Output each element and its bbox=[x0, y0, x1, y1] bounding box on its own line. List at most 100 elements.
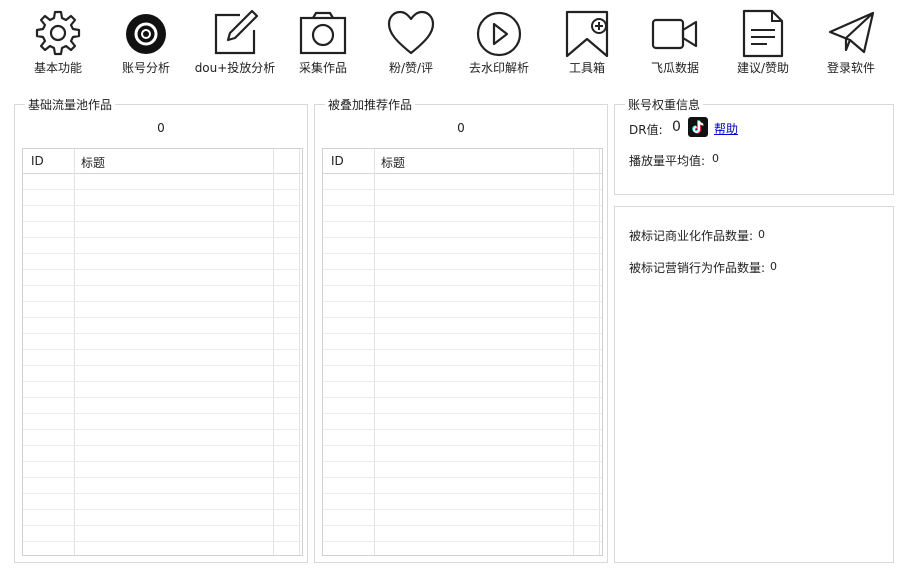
grid-row-line bbox=[323, 461, 602, 462]
tool-label: 采集作品 bbox=[298, 61, 347, 75]
grid-row-line bbox=[323, 285, 602, 286]
grid-row-line bbox=[23, 429, 302, 430]
tool-feigua-data[interactable]: 飞瓜数据 bbox=[627, 8, 723, 76]
grid-row-line bbox=[323, 381, 602, 382]
grid-row-line bbox=[23, 541, 302, 542]
grid-column-line bbox=[374, 149, 375, 555]
grid-row-line bbox=[323, 349, 602, 350]
account-weight-group: 账号权重信息 bbox=[614, 96, 894, 195]
grid-row-line bbox=[23, 285, 302, 286]
grid-row-line bbox=[23, 477, 302, 478]
marketing-value: 0 bbox=[770, 260, 777, 273]
grid-row-line bbox=[23, 381, 302, 382]
grid-row-line bbox=[23, 205, 302, 206]
grid-row-line bbox=[323, 493, 602, 494]
grid-row-line bbox=[23, 237, 302, 238]
grid-row-line bbox=[23, 365, 302, 366]
tool-label: 基本功能 bbox=[33, 61, 82, 75]
grid-row-line bbox=[23, 317, 302, 318]
recommend-pool-title: 被叠加推荐作品 bbox=[328, 98, 413, 112]
grid-row-line bbox=[23, 525, 302, 526]
commercial-label: 被标记商业化作品数量: bbox=[629, 229, 754, 243]
tool-label: 去水印解析 bbox=[468, 61, 529, 75]
grid-row-line bbox=[323, 301, 602, 302]
grid-row-line bbox=[323, 269, 602, 270]
column-header-title[interactable]: 标题 bbox=[81, 154, 105, 171]
tool-label: 建议/赞助 bbox=[736, 61, 790, 75]
grid-row-line bbox=[323, 317, 602, 318]
tool-label: 粉/赞/评 bbox=[388, 61, 434, 75]
commercial-value: 0 bbox=[758, 228, 765, 241]
tool-fans-likes-comments[interactable]: 粉/赞/评 bbox=[363, 8, 459, 76]
grid-row-line bbox=[23, 269, 302, 270]
help-link[interactable]: 帮助 bbox=[714, 120, 738, 137]
edit-icon bbox=[214, 9, 259, 55]
grid-column-line bbox=[599, 149, 600, 555]
target-icon bbox=[126, 14, 166, 54]
tool-label: 登录软件 bbox=[826, 61, 875, 75]
dr-value: 0 bbox=[672, 119, 681, 135]
toolbar: 基本功能 账号分析 dou+投放分析 采集作品 粉/赞/评 去水印解析 工具箱 … bbox=[0, 0, 912, 82]
tool-collect-works[interactable]: 采集作品 bbox=[275, 8, 371, 76]
grid-row-line bbox=[23, 253, 302, 254]
table-header: ID 标题 bbox=[323, 149, 602, 174]
tool-suggest-sponsor[interactable]: 建议/赞助 bbox=[715, 8, 811, 76]
grid-row-line bbox=[323, 397, 602, 398]
tiktok-logo-icon[interactable] bbox=[688, 117, 708, 137]
tool-remove-watermark[interactable]: 去水印解析 bbox=[451, 8, 547, 76]
tool-label: 账号分析 bbox=[121, 61, 170, 75]
grid-row-line bbox=[23, 461, 302, 462]
grid-row-line bbox=[23, 493, 302, 494]
grid-column-line bbox=[74, 149, 75, 555]
grid-row-line bbox=[23, 349, 302, 350]
tool-basic-functions[interactable]: 基本功能 bbox=[10, 8, 106, 76]
grid-column-line bbox=[273, 149, 274, 555]
grid-row-line bbox=[23, 397, 302, 398]
grid-row-line bbox=[323, 253, 602, 254]
grid-row-line bbox=[323, 221, 602, 222]
avg-play-label: 播放量平均值: bbox=[629, 154, 706, 168]
basic-pool-count: 0 bbox=[157, 121, 165, 135]
bookmark-add-icon bbox=[565, 10, 609, 58]
grid-row-line bbox=[323, 445, 602, 446]
recommend-pool-table[interactable]: ID 标题 bbox=[322, 148, 603, 556]
heart-icon bbox=[387, 10, 435, 55]
tool-label: dou+投放分析 bbox=[194, 61, 276, 75]
basic-pool-title: 基础流量池作品 bbox=[28, 98, 113, 112]
grid-row-line bbox=[323, 541, 602, 542]
tool-login[interactable]: 登录软件 bbox=[803, 8, 899, 76]
tool-account-analysis[interactable]: 账号分析 bbox=[98, 8, 194, 76]
column-header-id[interactable]: ID bbox=[31, 154, 44, 168]
account-weight-title: 账号权重信息 bbox=[628, 98, 701, 112]
avg-play-value: 0 bbox=[712, 152, 719, 165]
paper-plane-icon bbox=[828, 11, 875, 54]
grid-row-line bbox=[323, 189, 602, 190]
grid-column-line bbox=[299, 149, 300, 555]
grid-row-line bbox=[23, 301, 302, 302]
grid-row-line bbox=[323, 525, 602, 526]
basic-pool-table[interactable]: ID 标题 bbox=[22, 148, 303, 556]
marketing-label: 被标记营销行为作品数量: bbox=[629, 261, 766, 275]
column-header-id[interactable]: ID bbox=[331, 154, 344, 168]
grid-row-line bbox=[23, 333, 302, 334]
grid-row-line bbox=[323, 237, 602, 238]
gear-icon bbox=[35, 10, 81, 56]
column-header-title[interactable]: 标题 bbox=[381, 154, 405, 171]
recommend-pool-count: 0 bbox=[457, 121, 465, 135]
grid-column-line bbox=[573, 149, 574, 555]
grid-row-line bbox=[323, 477, 602, 478]
tool-toolbox[interactable]: 工具箱 bbox=[539, 8, 635, 76]
camera-icon bbox=[299, 11, 347, 55]
grid-row-line bbox=[23, 509, 302, 510]
grid-row-line bbox=[323, 509, 602, 510]
grid-row-line bbox=[23, 445, 302, 446]
grid-row-line bbox=[323, 429, 602, 430]
grid-row-line bbox=[23, 413, 302, 414]
grid-row-line bbox=[323, 205, 602, 206]
tool-dou-analysis[interactable]: dou+投放分析 bbox=[187, 8, 283, 76]
grid-row-line bbox=[323, 365, 602, 366]
dr-label: DR值: bbox=[629, 123, 663, 137]
table-header: ID 标题 bbox=[23, 149, 302, 174]
grid-row-line bbox=[23, 189, 302, 190]
tool-label: 飞瓜数据 bbox=[650, 61, 699, 75]
